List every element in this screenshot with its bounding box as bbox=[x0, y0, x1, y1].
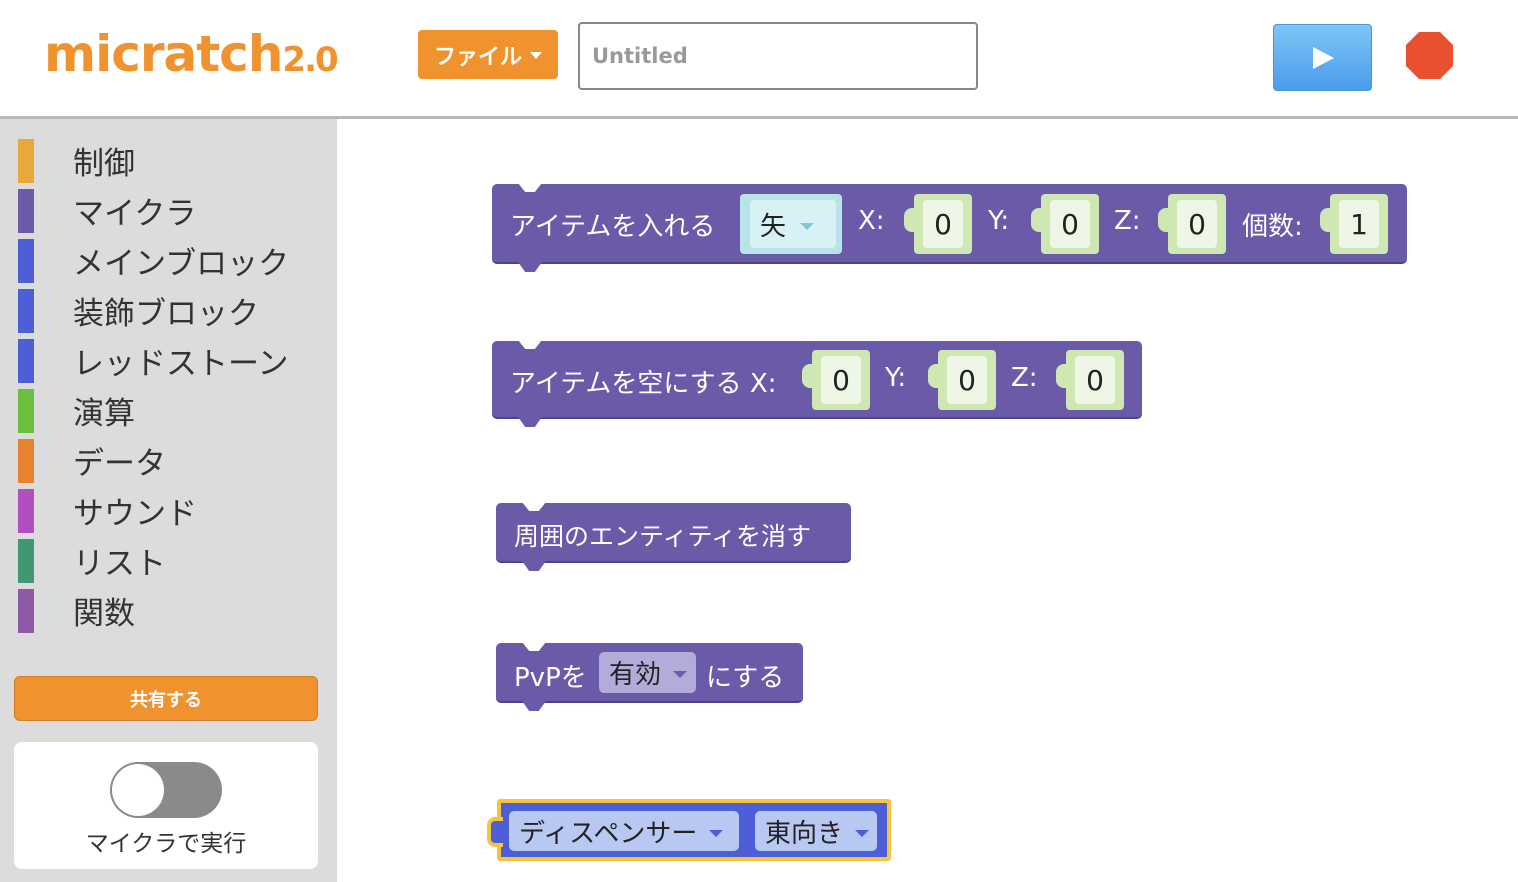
category-color-bar bbox=[18, 338, 34, 383]
category-label: メインブロック bbox=[73, 246, 290, 282]
chevron-down-icon bbox=[800, 222, 815, 230]
category-sound[interactable]: サウンド bbox=[18, 488, 318, 533]
category-color-bar bbox=[18, 538, 34, 583]
item-dropdown[interactable]: 矢 bbox=[740, 194, 842, 254]
category-label: 制御 bbox=[73, 146, 135, 182]
category-list[interactable]: リスト bbox=[18, 538, 318, 583]
z-input[interactable]: 0 bbox=[1158, 194, 1226, 254]
count-label: 個数: bbox=[1242, 212, 1303, 242]
count-value: 1 bbox=[1339, 200, 1379, 248]
clear-entities-block[interactable]: 周囲のエンティティを消す bbox=[496, 502, 851, 571]
block-tab bbox=[522, 701, 546, 711]
z-input[interactable]: 0 bbox=[1056, 350, 1124, 410]
play-icon bbox=[1312, 46, 1334, 69]
category-color-bar bbox=[18, 138, 34, 183]
category-label: リスト bbox=[73, 546, 166, 582]
pvp-label-after: にする bbox=[706, 663, 785, 693]
category-minecraft[interactable]: マイクラ bbox=[18, 188, 318, 233]
code-workspace[interactable]: アイテムを入れる 矢 X: 0 Y: 0 Z: 0 個数: 1 アイテムを空にす… bbox=[337, 119, 1518, 882]
block-notch bbox=[518, 340, 542, 349]
z-value: 0 bbox=[1075, 356, 1115, 404]
block-plug bbox=[487, 817, 503, 847]
category-color-bar bbox=[18, 288, 34, 333]
run-in-minecraft-toggle[interactable] bbox=[110, 762, 222, 818]
project-title-input[interactable] bbox=[578, 22, 978, 90]
block-type-value: ディスペンサー bbox=[519, 818, 698, 849]
pvp-mode-value: 有効 bbox=[609, 660, 662, 690]
x-label: X: bbox=[858, 206, 885, 236]
category-color-bar bbox=[18, 388, 34, 433]
category-main-block[interactable]: メインブロック bbox=[18, 238, 318, 283]
direction-value: 東向き bbox=[765, 818, 844, 849]
x-input[interactable]: 0 bbox=[802, 350, 870, 410]
z-label: Z: bbox=[1114, 206, 1141, 236]
run-button[interactable] bbox=[1273, 24, 1372, 91]
file-menu-button[interactable]: ファイル bbox=[418, 30, 558, 79]
block-notch bbox=[518, 183, 542, 192]
chevron-down-icon bbox=[673, 671, 688, 678]
run-in-minecraft-panel: マイクラで実行 bbox=[14, 742, 318, 869]
category-data[interactable]: データ bbox=[18, 438, 318, 483]
category-color-bar bbox=[18, 238, 34, 283]
pvp-block[interactable]: PvPを 有効 にする bbox=[496, 642, 803, 711]
chevron-down-icon bbox=[709, 829, 724, 837]
chevron-down-icon bbox=[530, 52, 542, 59]
block-notch bbox=[522, 642, 546, 651]
y-input[interactable]: 0 bbox=[1031, 194, 1099, 254]
category-functions[interactable]: 関数 bbox=[18, 588, 318, 633]
block-tab bbox=[518, 417, 542, 427]
share-button[interactable]: 共有する bbox=[14, 676, 318, 721]
category-control[interactable]: 制御 bbox=[18, 138, 318, 183]
x-input[interactable]: 0 bbox=[904, 194, 972, 254]
z-label: Z: bbox=[1011, 363, 1038, 393]
toggle-knob bbox=[112, 764, 164, 816]
pvp-mode-dropdown[interactable]: 有効 bbox=[599, 652, 696, 693]
category-label: マイクラ bbox=[73, 196, 197, 232]
count-input[interactable]: 1 bbox=[1320, 194, 1388, 254]
stop-icon[interactable] bbox=[1405, 31, 1454, 80]
category-label: データ bbox=[73, 446, 166, 482]
y-value: 0 bbox=[947, 356, 987, 404]
dispenser-block[interactable]: ディスペンサー 東向き bbox=[487, 799, 891, 861]
category-color-bar bbox=[18, 488, 34, 533]
category-label: 装飾ブロック bbox=[73, 296, 259, 332]
category-color-bar bbox=[18, 588, 34, 633]
category-color-bar bbox=[18, 438, 34, 483]
category-label: サウンド bbox=[73, 496, 197, 532]
file-menu-label: ファイル bbox=[433, 44, 522, 70]
empty-item-block[interactable]: アイテムを空にする X: 0 Y: 0 Z: 0 bbox=[492, 340, 1142, 427]
y-label: Y: bbox=[885, 363, 907, 393]
z-value: 0 bbox=[1177, 200, 1217, 248]
top-bar: micratch2.0 ファイル bbox=[0, 0, 1518, 119]
app-logo: micratch2.0 bbox=[44, 25, 339, 83]
category-label: レッドストーン bbox=[73, 346, 289, 382]
category-sidebar: 制御 マイクラ メインブロック 装飾ブロック レッドストーン 演算 データ サウ… bbox=[0, 119, 337, 882]
direction-dropdown[interactable]: 東向き bbox=[755, 811, 877, 851]
put-item-block[interactable]: アイテムを入れる 矢 X: 0 Y: 0 Z: 0 個数: 1 bbox=[492, 183, 1407, 272]
chevron-down-icon bbox=[855, 829, 870, 837]
y-input[interactable]: 0 bbox=[928, 350, 996, 410]
category-decoration-block[interactable]: 装飾ブロック bbox=[18, 288, 318, 333]
run-in-minecraft-label: マイクラで実行 bbox=[85, 831, 247, 857]
category-label: 演算 bbox=[73, 396, 135, 432]
x-value: 0 bbox=[821, 356, 861, 404]
block-tab bbox=[518, 262, 542, 272]
category-label: 関数 bbox=[73, 596, 135, 632]
block-tab bbox=[522, 561, 546, 571]
y-value: 0 bbox=[1050, 200, 1090, 248]
clear-entities-label: 周囲のエンティティを消す bbox=[514, 522, 812, 551]
y-label: Y: bbox=[988, 206, 1010, 236]
pvp-label-before: PvPを bbox=[514, 663, 587, 693]
item-value: 矢 bbox=[760, 211, 787, 242]
category-redstone[interactable]: レッドストーン bbox=[18, 338, 318, 383]
x-value: 0 bbox=[923, 200, 963, 248]
put-item-label: アイテムを入れる bbox=[510, 212, 716, 242]
block-type-dropdown[interactable]: ディスペンサー bbox=[509, 811, 739, 851]
category-color-bar bbox=[18, 188, 34, 233]
block-notch bbox=[522, 502, 546, 511]
empty-item-label: アイテムを空にする X: bbox=[510, 369, 777, 399]
category-operators[interactable]: 演算 bbox=[18, 388, 318, 433]
